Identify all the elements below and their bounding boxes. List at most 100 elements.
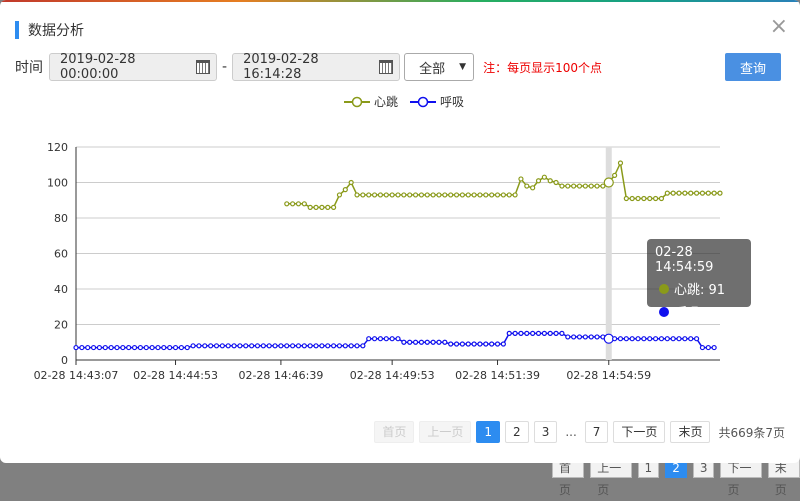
type-select[interactable]: 全部 ▼	[404, 53, 475, 81]
data-point	[96, 344, 103, 351]
data-point	[120, 344, 126, 351]
query-button[interactable]: 查询	[725, 53, 781, 81]
data-point	[617, 336, 624, 342]
data-point	[284, 201, 290, 207]
y-tick-label: 0	[61, 354, 68, 367]
data-point	[196, 343, 202, 349]
data-point	[284, 343, 290, 349]
data-point	[178, 344, 184, 351]
data-point	[682, 336, 688, 342]
data-point	[184, 344, 190, 351]
data-point	[664, 336, 670, 342]
chart-tooltip: 02-28 14:54:59 心跳: 91 呼吸: 12	[647, 239, 751, 321]
next-page-button[interactable]: 下一页	[613, 421, 666, 443]
x-tick-label: 02-28 14:43:07	[34, 369, 119, 382]
data-point	[360, 343, 366, 349]
last-page-button[interactable]: 末页	[670, 421, 711, 443]
time-label: 时间	[15, 60, 43, 76]
prev-page-button[interactable]: 上一页	[419, 421, 472, 443]
data-point	[676, 190, 682, 196]
data-point	[571, 334, 577, 340]
start-time-value: 2019-02-28 00:00:00	[60, 52, 136, 82]
data-point	[442, 339, 448, 345]
data-point	[582, 334, 588, 340]
heartbeat-dot-icon	[659, 283, 669, 294]
first-page-button[interactable]: 首页	[374, 421, 415, 443]
data-point	[524, 183, 530, 189]
data-point	[371, 336, 378, 342]
data-point	[530, 185, 536, 191]
data-point	[635, 195, 641, 202]
data-point	[331, 204, 337, 210]
data-point	[102, 344, 108, 351]
data-point	[237, 343, 243, 349]
data-point	[213, 343, 220, 349]
legend-label: 心跳	[374, 95, 399, 109]
data-point	[202, 343, 208, 349]
data-point	[500, 341, 506, 347]
data-point	[436, 192, 442, 198]
data-point	[688, 336, 694, 342]
total-count: 共669条7页	[718, 425, 785, 440]
data-analysis-dialog: 数据分析 × 时间 2019-02-28 00:00:00 - 2019-02-…	[0, 0, 800, 463]
page-3-button[interactable]: 3	[533, 421, 558, 443]
tooltip-breath-value: 呼吸: 12	[674, 306, 726, 321]
calendar-icon[interactable]	[379, 60, 394, 74]
legend-item-breath[interactable]: 呼吸	[410, 93, 464, 110]
start-time-input[interactable]: 2019-02-28 00:00:00	[49, 52, 217, 82]
data-point	[652, 195, 659, 202]
data-point	[506, 192, 512, 198]
data-point	[483, 341, 489, 347]
page-2-button[interactable]: 2	[505, 421, 529, 443]
data-point	[301, 201, 307, 207]
data-point	[594, 183, 600, 189]
y-tick-label: 20	[54, 319, 68, 332]
data-point	[477, 192, 483, 198]
data-point	[354, 192, 360, 198]
data-point	[278, 343, 284, 349]
data-point	[336, 343, 343, 349]
data-point	[494, 341, 501, 347]
data-point	[424, 339, 430, 345]
data-point	[453, 192, 460, 198]
chart-legend: 心跳 呼吸	[344, 93, 476, 110]
data-point	[588, 334, 594, 340]
close-icon[interactable]: ×	[770, 16, 788, 38]
calendar-icon[interactable]	[196, 60, 210, 74]
data-point	[699, 190, 706, 196]
data-point	[512, 192, 518, 198]
data-point	[407, 192, 413, 198]
data-point	[711, 190, 717, 196]
data-point	[652, 336, 659, 342]
data-point	[553, 179, 559, 186]
page-7-button[interactable]: 7	[584, 421, 609, 443]
y-tick-label: 80	[54, 212, 68, 225]
data-point	[149, 344, 155, 351]
data-point	[494, 192, 501, 198]
data-point	[331, 343, 337, 349]
end-time-input[interactable]: 2019-02-28 16:14:28	[232, 52, 401, 82]
data-point	[389, 336, 395, 342]
data-point	[465, 341, 471, 347]
x-tick-label: 02-28 14:49:53	[350, 369, 435, 382]
data-point	[693, 336, 700, 342]
data-point	[547, 178, 553, 184]
data-point	[412, 192, 419, 198]
data-point	[635, 336, 641, 342]
data-point	[518, 330, 524, 336]
data-point	[693, 190, 700, 196]
data-point	[512, 330, 518, 336]
data-point	[307, 204, 313, 210]
data-point	[582, 183, 588, 189]
chevron-down-icon: ▼	[459, 62, 467, 72]
data-point	[418, 192, 425, 198]
data-point	[430, 192, 436, 198]
data-point	[559, 183, 565, 189]
data-point	[612, 172, 618, 179]
data-point	[319, 343, 325, 349]
data-point	[79, 344, 85, 351]
data-point	[506, 330, 512, 336]
tooltip-row-breath: 呼吸: 12	[655, 302, 743, 321]
page-1-button[interactable]: 1	[476, 421, 501, 443]
legend-item-heartbeat[interactable]: 心跳	[344, 93, 398, 110]
